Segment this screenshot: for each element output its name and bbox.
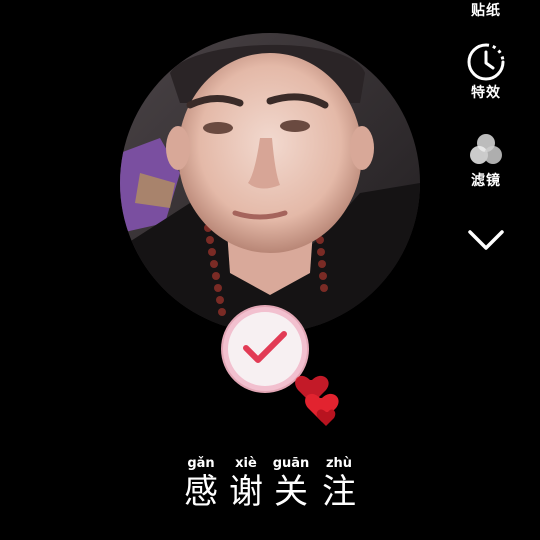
stickers-label: 贴纸	[471, 3, 501, 19]
effects-label: 特效	[471, 85, 501, 101]
avatar-photo	[120, 33, 420, 333]
profile-photo	[120, 33, 420, 333]
hearts-icon	[295, 375, 339, 426]
more-tools-button[interactable]	[451, 222, 521, 258]
filters-label: 滤镜	[471, 173, 501, 189]
chevron-down-icon	[468, 230, 504, 250]
timer-icon	[467, 43, 505, 81]
checkmark-icon	[243, 331, 287, 363]
caption-char: xiè 谢	[229, 456, 263, 512]
caption-char: guān 关	[272, 456, 310, 512]
filter-circles-icon	[470, 134, 502, 164]
caption-char: gǎn 感	[184, 456, 218, 512]
effects-button[interactable]: 特效	[451, 42, 521, 102]
stickers-button[interactable]: 贴纸	[451, 0, 521, 20]
filters-button[interactable]: 滤镜	[451, 130, 521, 190]
caption-char: zhù 注	[322, 456, 356, 512]
